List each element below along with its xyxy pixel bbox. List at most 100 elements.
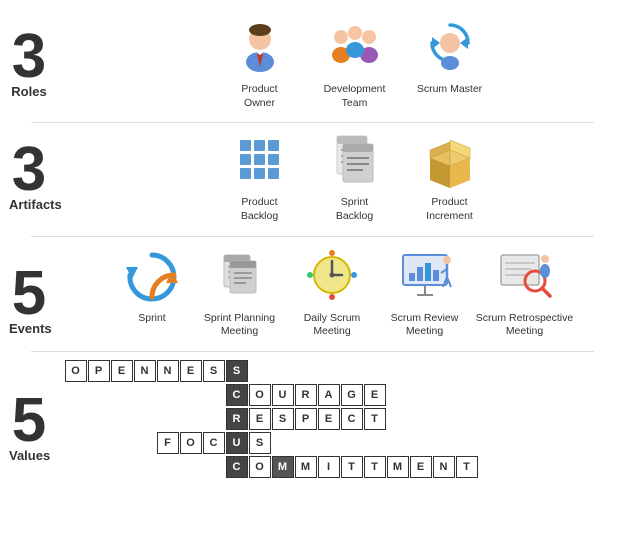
product-increment-label: ProductIncrement bbox=[426, 196, 473, 223]
cell-empty bbox=[203, 408, 225, 430]
cell-empty bbox=[157, 408, 179, 430]
cell: E bbox=[410, 456, 432, 478]
cell-empty bbox=[65, 432, 87, 454]
cell: C bbox=[341, 408, 363, 430]
cell-empty bbox=[88, 432, 110, 454]
openness-row: O P E N N E S S bbox=[64, 360, 478, 383]
main-container: 3 Roles bbox=[0, 0, 625, 552]
events-section-label-area: 5 Events bbox=[4, 243, 54, 336]
cell: T bbox=[341, 456, 363, 478]
cell-empty bbox=[180, 456, 202, 478]
cell-empty bbox=[134, 456, 156, 478]
events-label: Events bbox=[9, 321, 49, 336]
cell-empty bbox=[203, 456, 225, 478]
cell-highlight: R bbox=[226, 408, 248, 430]
cell-highlight: S bbox=[226, 360, 248, 382]
cell: O bbox=[65, 360, 87, 382]
artifacts-section-label-area: 3 Artifacts bbox=[4, 139, 54, 212]
cell-empty bbox=[111, 456, 133, 478]
cell: M bbox=[295, 456, 317, 478]
cell-empty bbox=[134, 432, 156, 454]
scrum-retro-icon bbox=[492, 243, 557, 308]
cell: S bbox=[203, 360, 225, 382]
scrum-master-label: Scrum Master bbox=[417, 83, 482, 97]
divider-3 bbox=[31, 351, 594, 352]
cell: T bbox=[364, 456, 386, 478]
events-section: 5 Events Sprint bbox=[0, 237, 625, 343]
cell: N bbox=[134, 360, 156, 382]
cell-empty bbox=[88, 384, 110, 406]
crossword: O P E N N E S S C O U bbox=[64, 360, 478, 480]
cell: E bbox=[180, 360, 202, 382]
cell-empty bbox=[203, 384, 225, 406]
cell: O bbox=[180, 432, 202, 454]
artifacts-number: 3 bbox=[9, 139, 49, 201]
cell: E bbox=[249, 408, 271, 430]
cell-empty bbox=[111, 408, 133, 430]
cell-empty bbox=[65, 456, 87, 478]
cell: U bbox=[272, 384, 294, 406]
sprint-item: Sprint bbox=[112, 243, 192, 326]
product-owner-icon bbox=[227, 14, 292, 79]
cell: G bbox=[341, 384, 363, 406]
cell: T bbox=[364, 408, 386, 430]
scrum-review-label: Scrum ReviewMeeting bbox=[391, 312, 459, 339]
courage-row: C O U R A G E bbox=[64, 384, 478, 407]
cell: O bbox=[249, 456, 271, 478]
product-owner-item: ProductOwner bbox=[212, 14, 307, 110]
cell: I bbox=[318, 456, 340, 478]
cell-highlight: C bbox=[226, 456, 248, 478]
artifacts-label: Artifacts bbox=[9, 197, 49, 212]
cell-empty bbox=[88, 408, 110, 430]
roles-number: 3 bbox=[9, 26, 49, 88]
cell-empty bbox=[134, 384, 156, 406]
cell: P bbox=[88, 360, 110, 382]
cell: E bbox=[364, 384, 386, 406]
product-backlog-icon bbox=[227, 127, 292, 192]
cell: O bbox=[249, 384, 271, 406]
roles-section: 3 Roles bbox=[0, 10, 625, 114]
scrum-review-icon bbox=[392, 243, 457, 308]
events-number: 5 bbox=[9, 263, 49, 325]
product-increment-icon bbox=[417, 127, 482, 192]
cell: C bbox=[203, 432, 225, 454]
cell: F bbox=[157, 432, 179, 454]
roles-items: ProductOwner bbox=[54, 14, 625, 110]
cell-empty bbox=[180, 408, 202, 430]
roles-section-label-area: 3 Roles bbox=[4, 26, 54, 99]
dev-team-item: DevelopmentTeam bbox=[307, 14, 402, 110]
cell: E bbox=[318, 408, 340, 430]
cell-empty bbox=[65, 408, 87, 430]
cell: P bbox=[295, 408, 317, 430]
cell-empty bbox=[111, 384, 133, 406]
roles-label: Roles bbox=[9, 84, 49, 99]
cell: A bbox=[318, 384, 340, 406]
sprint-planning-item: Sprint PlanningMeeting bbox=[192, 243, 287, 339]
cell-empty bbox=[88, 456, 110, 478]
cell: E bbox=[111, 360, 133, 382]
scrum-retro-label: Scrum RetrospectiveMeeting bbox=[476, 312, 573, 339]
cell-dark: M bbox=[272, 456, 294, 478]
product-backlog-item: ProductBacklog bbox=[212, 127, 307, 223]
dev-team-icon bbox=[322, 14, 387, 79]
cell-empty bbox=[180, 384, 202, 406]
cell: M bbox=[387, 456, 409, 478]
product-increment-item: ProductIncrement bbox=[402, 127, 497, 223]
cell-empty bbox=[65, 384, 87, 406]
daily-scrum-label: Daily ScrumMeeting bbox=[304, 312, 361, 339]
values-section: 5 Values O P E N N E S S bbox=[0, 354, 625, 480]
cell-empty bbox=[157, 384, 179, 406]
cell-empty bbox=[157, 456, 179, 478]
product-backlog-label: ProductBacklog bbox=[241, 196, 278, 223]
scrum-master-icon bbox=[417, 14, 482, 79]
cell: T bbox=[456, 456, 478, 478]
cell-highlight: U bbox=[226, 432, 248, 454]
values-number: 5 bbox=[9, 390, 49, 452]
daily-scrum-item: Daily ScrumMeeting bbox=[287, 243, 377, 339]
cell-empty bbox=[111, 432, 133, 454]
product-owner-label: ProductOwner bbox=[241, 83, 277, 110]
sprint-backlog-icon bbox=[322, 127, 387, 192]
cell: N bbox=[433, 456, 455, 478]
respect-row: R E S P E C T bbox=[64, 408, 478, 431]
events-items: Sprint bbox=[54, 243, 625, 339]
